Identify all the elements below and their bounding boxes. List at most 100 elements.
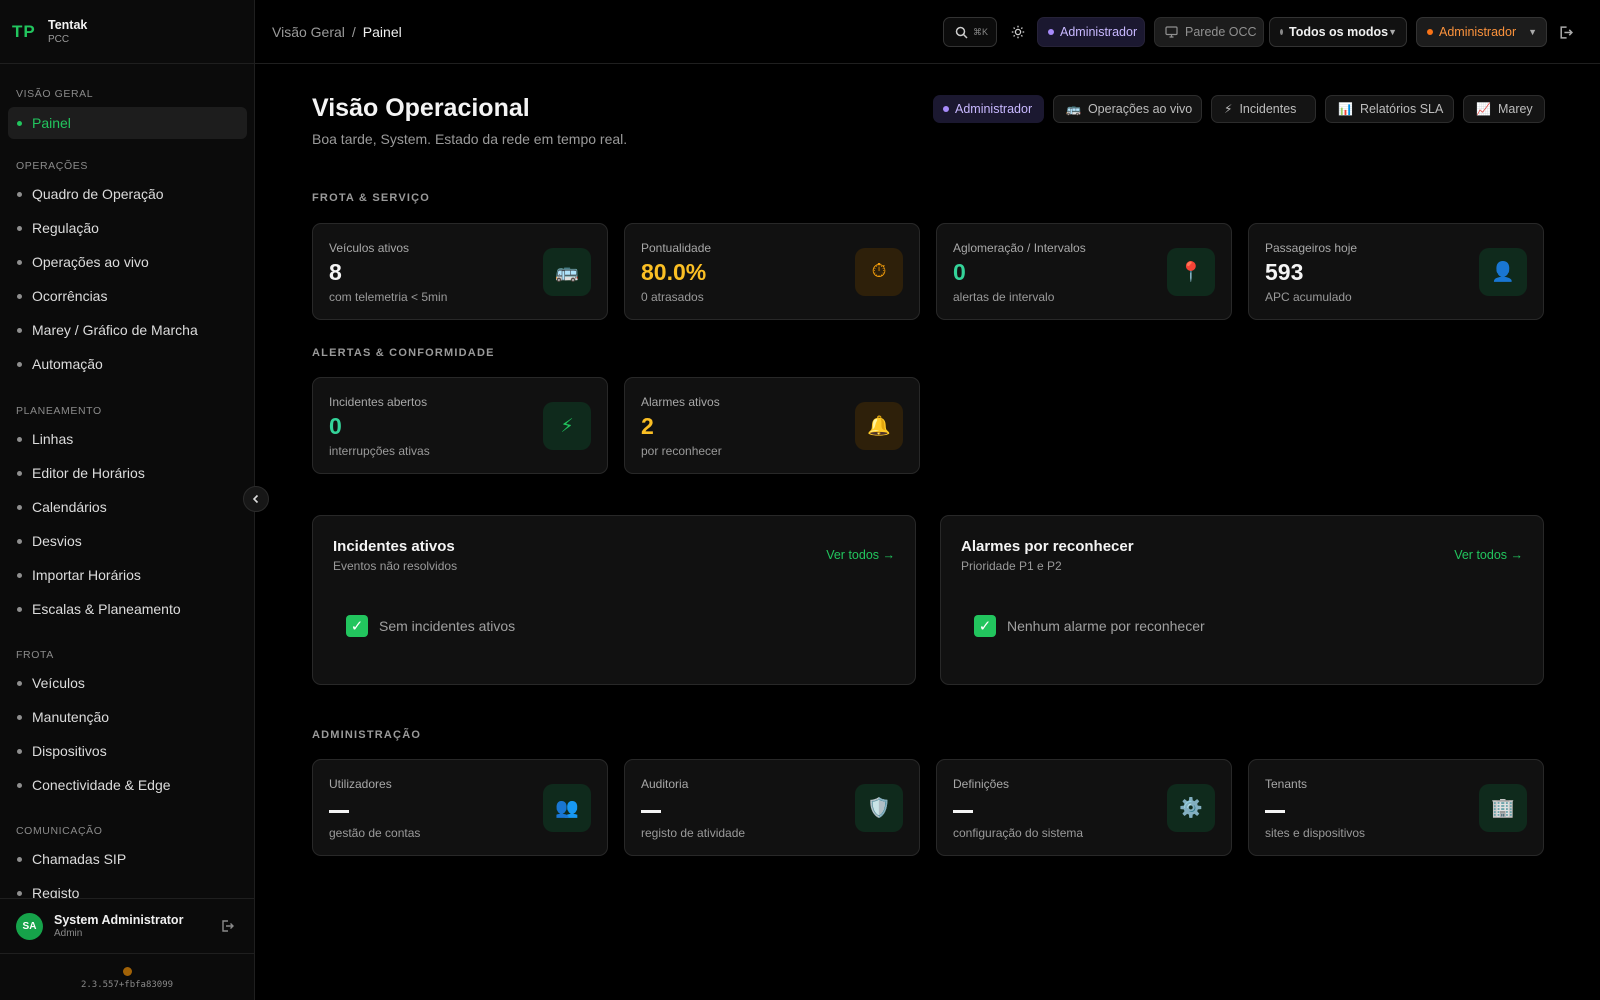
sidebar-item-desvios[interactable]: Desvios [8,525,247,557]
user-role: Admin [54,928,83,939]
stopwatch-icon: ⏱ [855,248,903,296]
building-icon: 🏢 [1479,784,1527,832]
sidebar-item-editor-horarios[interactable]: Editor de Horários [8,457,247,489]
stat-label: Incidentes abertos [329,395,428,409]
chevron-down-icon: ▼ [1528,27,1537,37]
admin-card-audit[interactable]: Auditoria registo de atividade 🛡️ [624,759,920,856]
role-badge: Administrador [1037,17,1145,47]
breadcrumb-separator: / [351,24,356,40]
sidebar-item-marey[interactable]: Marey / Gráfico de Marcha [8,314,247,346]
stat-label: Passageiros hoje [1265,241,1358,255]
admin-card-caption: sites e dispositivos [1265,826,1366,840]
lightning-icon: ⚡ [543,402,591,450]
sidebar-item-conectividade[interactable]: Conectividade & Edge [8,769,247,801]
admin-card-settings[interactable]: Definições configuração do sistema ⚙️ [936,759,1232,856]
view-all-alarms-link[interactable]: Ver todos → [1454,548,1523,562]
quick-action-marey[interactable]: 📈 Marey [1463,95,1545,123]
stat-caption: com telemetria < 5min [329,290,448,304]
sidebar-item-label: Ocorrências [32,288,108,304]
stat-card-crowding[interactable]: Aglomeração / Intervalos 0 alertas de in… [936,223,1232,320]
stat-card-punctuality[interactable]: Pontualidade 80.0% 0 atrasados ⏱ [624,223,920,320]
quick-action-incidents[interactable]: ⚡ Incidentes [1211,95,1316,123]
user-profile[interactable]: SA System Administrator Admin [0,898,254,954]
page-subtitle: Boa tarde, System. Estado da rede em tem… [312,131,628,147]
nav-section-title: PLANEAMENTO [16,405,102,417]
sidebar-item-automacao[interactable]: Automação [8,348,247,380]
role-select[interactable]: Administrador ▼ [1416,17,1547,47]
admin-card-label: Definições [953,777,1010,791]
quick-action-label: Marey [1497,102,1533,116]
stat-card-open-incidents[interactable]: Incidentes abertos 0 interrupções ativas… [312,377,608,474]
admin-card-value [641,795,661,813]
sidebar-item-regulacao[interactable]: Regulação [8,212,247,244]
breadcrumb: Visão Geral / Painel [272,24,402,40]
sidebar-item-manutencao[interactable]: Manutenção [8,701,247,733]
version-label: 2.3.557+fbfa83099 [80,980,174,990]
sidebar-item-calendarios[interactable]: Calendários [8,491,247,523]
admin-card-value [329,795,349,813]
brand[interactable]: TP Tentak PCC [0,0,254,64]
admin-card-caption: registo de atividade [641,826,746,840]
brand-name: Tentak [48,18,88,32]
sidebar-item-importar-horarios[interactable]: Importar Horários [8,559,247,591]
stat-card-active-alarms[interactable]: Alarmes ativos 2 por reconhecer 🔔 [624,377,920,474]
chevron-left-icon [252,494,259,504]
dot-icon [17,539,22,544]
lightning-icon: ⚡ [1224,102,1233,116]
dot-icon [17,328,22,333]
dot-icon [17,294,22,299]
sidebar-item-dispositivos[interactable]: Dispositivos [8,735,247,767]
dot-icon [1048,29,1054,35]
sidebar-item-label: Escalas & Planeamento [32,601,181,617]
sidebar-item-label: Painel [32,115,71,131]
stat-value: 8 [329,259,342,285]
sidebar-item-ocorrencias[interactable]: Ocorrências [8,280,247,312]
sidebar-nav: VISÃO GERAL Painel OPERAÇÕES Quadro de O… [0,64,254,898]
dot-icon [17,437,22,442]
sidebar-item-operacoes-ao-vivo[interactable]: Operações ao vivo [8,246,247,278]
nav-section-title: COMUNICAÇÃO [16,825,103,837]
nav-section-title: FROTA [16,649,54,661]
stat-caption: interrupções ativas [329,444,430,458]
sidebar-item-label: Importar Horários [32,567,141,583]
quick-action-live-ops[interactable]: 🚌 Operações ao vivo [1053,95,1202,123]
stat-card-active-vehicles[interactable]: Veículos ativos 8 com telemetria < 5min … [312,223,608,320]
logout-button[interactable] [1555,17,1575,47]
admin-card-tenants[interactable]: Tenants sites e dispositivos 🏢 [1248,759,1544,856]
modes-select-value: Todos os modos [1289,25,1389,39]
page-role-badge: Administrador [933,95,1044,123]
stat-card-passengers[interactable]: Passageiros hoje 593 APC acumulado 👤 [1248,223,1544,320]
stat-label: Veículos ativos [329,241,410,255]
sidebar-item-veiculos[interactable]: Veículos [8,667,247,699]
topbar: Visão Geral / Painel ⌘K Administrador Pare… [255,0,1600,64]
sun-icon [1011,25,1025,39]
quick-action-sla-reports[interactable]: 📊 Relatórios SLA [1325,95,1454,123]
dot-icon [17,783,22,788]
logout-icon[interactable] [220,919,234,933]
dot-icon [17,681,22,686]
sidebar-item-label: Dispositivos [32,743,107,759]
sidebar: TP Tentak PCC VISÃO GERAL Painel OPERAÇÕ… [0,0,255,1000]
panel-title: Incidentes ativos [333,538,455,555]
sidebar-item-escalas[interactable]: Escalas & Planeamento [8,593,247,625]
breadcrumb-parent[interactable]: Visão Geral [272,24,345,40]
stat-value: 0 [329,413,342,439]
brand-logo: TP [12,21,36,41]
occ-wall-button[interactable]: Parede OCC [1154,17,1264,47]
collapse-sidebar-button[interactable] [243,486,269,512]
search-button[interactable]: ⌘K [943,17,997,47]
panel-subtitle: Prioridade P1 e P2 [961,559,1062,573]
theme-toggle-button[interactable] [1007,17,1029,47]
page-title: Visão Operacional [312,94,530,122]
view-all-incidents-link[interactable]: Ver todos → [826,548,895,562]
modes-select[interactable]: Todos os modos ▼ [1269,17,1407,47]
sidebar-item-linhas[interactable]: Linhas [8,423,247,455]
role-badge-label: Administrador [1060,25,1138,39]
sidebar-item-chamadas-sip[interactable]: Chamadas SIP [8,843,247,875]
sidebar-item-quadro-operacao[interactable]: Quadro de Operação [8,178,247,210]
admin-card-caption: gestão de contas [329,826,421,840]
sidebar-item-registo[interactable]: Registo [8,877,247,898]
dot-icon [17,607,22,612]
admin-card-users[interactable]: Utilizadores gestão de contas 👥 [312,759,608,856]
sidebar-item-painel[interactable]: Painel [8,107,247,139]
